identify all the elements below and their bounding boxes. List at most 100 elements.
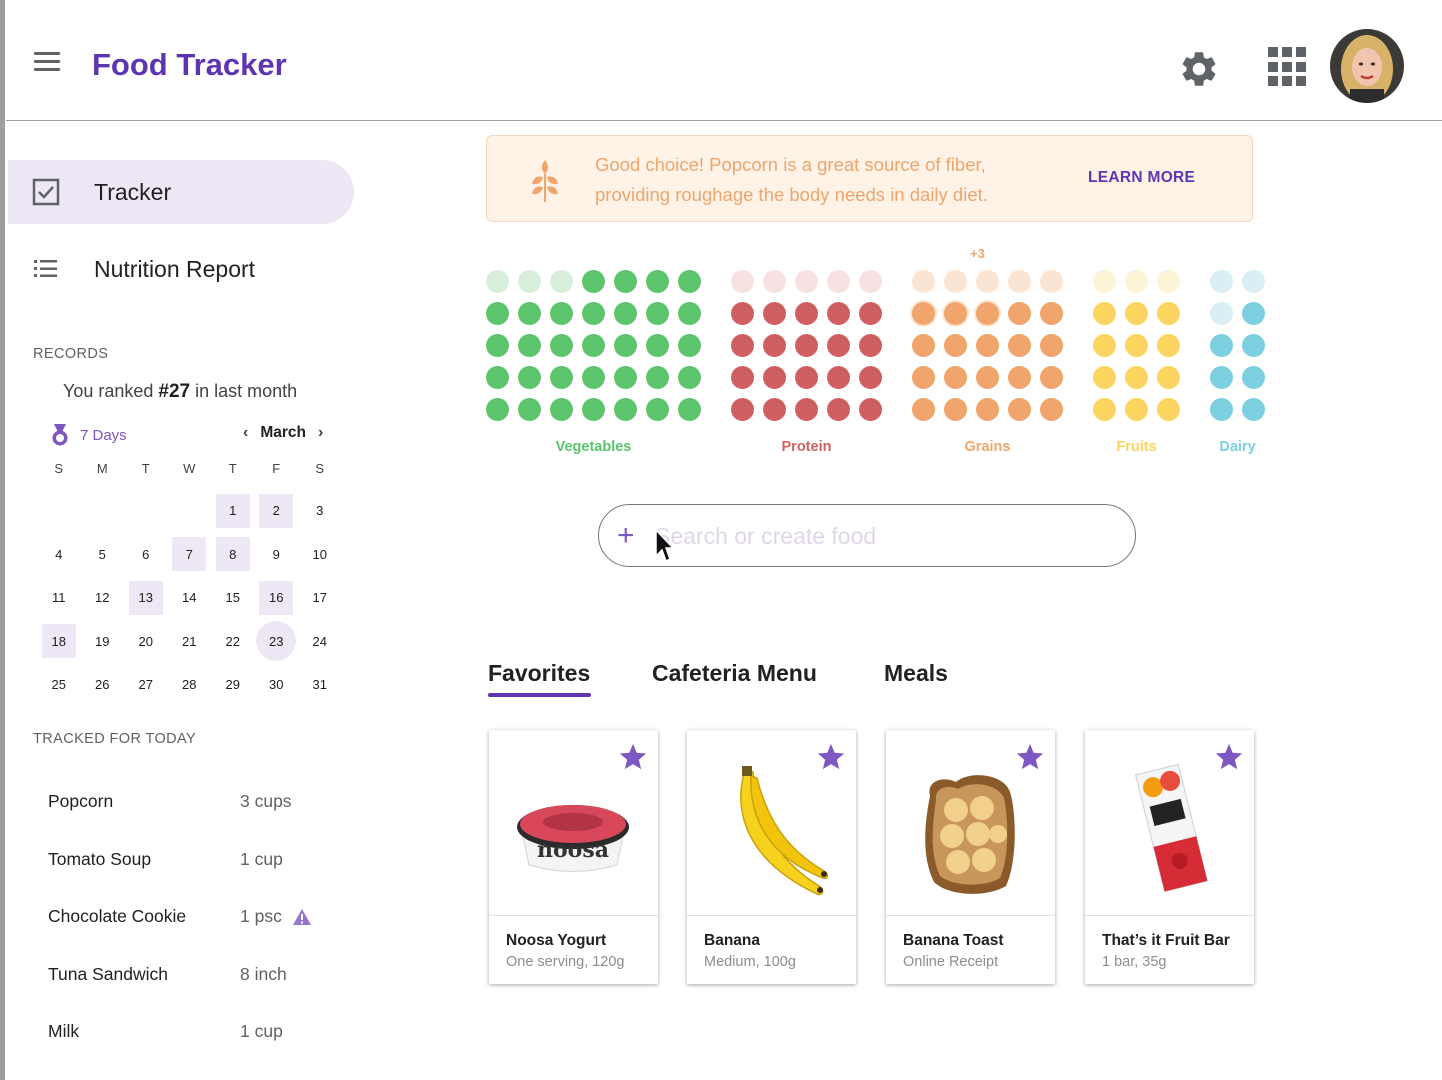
food-dot bbox=[550, 398, 573, 421]
calendar-day[interactable]: 24 bbox=[298, 620, 342, 664]
calendar-day[interactable]: 15 bbox=[211, 576, 255, 620]
nav-label-tracker: Tracker bbox=[94, 178, 172, 205]
nav-item-tracker[interactable]: Tracker bbox=[8, 160, 354, 224]
calendar-empty-cell bbox=[168, 489, 212, 533]
tracked-item-qty: 8 inch bbox=[240, 964, 287, 985]
wheat-icon bbox=[532, 160, 558, 202]
calendar-empty-cell bbox=[124, 489, 168, 533]
food-search-input[interactable] bbox=[655, 517, 1115, 555]
food-dot bbox=[1125, 334, 1148, 357]
calendar-day-number: 6 bbox=[142, 546, 150, 562]
list-icon bbox=[34, 260, 57, 277]
food-dot bbox=[912, 334, 935, 357]
food-dot bbox=[827, 302, 850, 325]
calendar-day[interactable]: 13 bbox=[124, 576, 168, 620]
calendar-day[interactable]: 25 bbox=[37, 663, 81, 707]
food-dot bbox=[731, 366, 754, 389]
calendar-empty-cell bbox=[81, 489, 125, 533]
tab-cafeteria-menu[interactable]: Cafeteria Menu bbox=[652, 660, 817, 687]
calendar-day-number: 10 bbox=[312, 546, 327, 562]
food-dot bbox=[1242, 398, 1265, 421]
tracked-item[interactable]: Tomato Soup 1 cup bbox=[48, 831, 348, 889]
calendar-day[interactable]: 6 bbox=[124, 533, 168, 577]
calendar-day[interactable]: 16 bbox=[255, 576, 299, 620]
calendar-day[interactable]: 12 bbox=[81, 576, 125, 620]
calendar-day[interactable]: 26 bbox=[81, 663, 125, 707]
warning-triangle-icon[interactable] bbox=[292, 908, 312, 926]
food-dot bbox=[646, 334, 669, 357]
calendar-day[interactable]: 1 bbox=[211, 489, 255, 533]
calendar-day[interactable]: 31 bbox=[298, 663, 342, 707]
user-avatar[interactable] bbox=[1330, 29, 1404, 103]
calendar-day[interactable]: 5 bbox=[81, 533, 125, 577]
calendar-day[interactable]: 4 bbox=[37, 533, 81, 577]
tracked-item[interactable]: Tuna Sandwich 8 inch bbox=[48, 946, 348, 1004]
tracked-item[interactable]: Milk 1 cup bbox=[48, 1003, 348, 1061]
food-dot bbox=[486, 398, 509, 421]
calendar-day[interactable]: 22 bbox=[211, 620, 255, 664]
calendar-day[interactable]: 11 bbox=[37, 576, 81, 620]
apps-grid-icon[interactable] bbox=[1268, 47, 1308, 87]
food-card-banana-toast[interactable]: Banana Toast Online Receipt bbox=[886, 730, 1055, 984]
calendar-empty-cell bbox=[37, 489, 81, 533]
food-dot bbox=[1008, 302, 1031, 325]
next-month-chevron-icon[interactable]: › bbox=[318, 424, 323, 442]
food-card-fruit-bar[interactable]: That’s it Fruit Bar 1 bar, 35g bbox=[1085, 730, 1254, 984]
calendar-day[interactable]: 18 bbox=[37, 620, 81, 664]
food-dot bbox=[1040, 366, 1063, 389]
calendar-day[interactable]: 17 bbox=[298, 576, 342, 620]
food-dot bbox=[1210, 270, 1233, 293]
calendar-day[interactable]: 28 bbox=[168, 663, 212, 707]
tracked-item[interactable]: Chocolate Cookie 1 psc bbox=[48, 888, 348, 946]
food-card-noosa-yogurt[interactable]: noosa Noosa Yogurt One serving, 120g bbox=[489, 730, 658, 984]
food-group-label: Grains bbox=[964, 439, 1011, 455]
calendar-day[interactable]: 23 bbox=[255, 620, 299, 664]
favorite-star-icon[interactable] bbox=[1015, 742, 1045, 772]
calendar-day[interactable]: 2 bbox=[255, 489, 299, 533]
calendar-day[interactable]: 21 bbox=[168, 620, 212, 664]
calendar-day[interactable]: 10 bbox=[298, 533, 342, 577]
food-dot bbox=[1093, 334, 1116, 357]
tab-meals[interactable]: Meals bbox=[884, 660, 948, 687]
app-title: Food Tracker bbox=[92, 47, 287, 82]
food-dot bbox=[486, 334, 509, 357]
hamburger-menu-icon[interactable] bbox=[34, 52, 62, 82]
food-dot bbox=[795, 398, 818, 421]
settings-gear-icon[interactable] bbox=[1178, 48, 1220, 90]
tracked-item[interactable]: Popcorn 3 cups bbox=[48, 773, 348, 831]
food-dot bbox=[976, 270, 999, 293]
food-dot bbox=[795, 366, 818, 389]
tab-favorites[interactable]: Favorites bbox=[488, 660, 590, 687]
food-dot bbox=[859, 270, 882, 293]
calendar-day[interactable]: 3 bbox=[298, 489, 342, 533]
food-dot bbox=[1242, 366, 1265, 389]
calendar-day-number: 24 bbox=[312, 633, 327, 649]
calendar-day[interactable]: 7 bbox=[168, 533, 212, 577]
learn-more-link[interactable]: LEARN MORE bbox=[1088, 169, 1195, 187]
calendar-day-number: 19 bbox=[95, 633, 110, 649]
calendar-day[interactable]: 19 bbox=[81, 620, 125, 664]
food-dot bbox=[550, 334, 573, 357]
calendar-day[interactable]: 30 bbox=[255, 663, 299, 707]
calendar-day[interactable]: 29 bbox=[211, 663, 255, 707]
calendar: SMTWTFS 1 2 3 4 5 6 7 8 9 10 11 12 13 14 15 16 17 18 19 20 2… bbox=[37, 455, 341, 707]
nav-item-nutrition-report[interactable]: Nutrition Report bbox=[8, 237, 354, 301]
food-dot bbox=[582, 302, 605, 325]
add-plus-icon[interactable]: + bbox=[617, 521, 635, 551]
prev-month-chevron-icon[interactable]: ‹ bbox=[243, 424, 248, 442]
favorite-star-icon[interactable] bbox=[816, 742, 846, 772]
food-card-banana[interactable]: Banana Medium, 100g bbox=[687, 730, 856, 984]
food-dot bbox=[1125, 398, 1148, 421]
tracked-item-qty: 1 psc bbox=[240, 906, 312, 927]
calendar-day[interactable]: 27 bbox=[124, 663, 168, 707]
favorite-star-icon[interactable] bbox=[1214, 742, 1244, 772]
food-dot bbox=[976, 366, 999, 389]
food-dot bbox=[859, 366, 882, 389]
calendar-day[interactable]: 20 bbox=[124, 620, 168, 664]
calendar-day[interactable]: 8 bbox=[211, 533, 255, 577]
favorite-star-icon[interactable] bbox=[618, 742, 648, 772]
weekday-label: T bbox=[228, 461, 237, 476]
calendar-day[interactable]: 14 bbox=[168, 576, 212, 620]
calendar-day-number: 15 bbox=[225, 590, 240, 606]
calendar-day[interactable]: 9 bbox=[255, 533, 299, 577]
